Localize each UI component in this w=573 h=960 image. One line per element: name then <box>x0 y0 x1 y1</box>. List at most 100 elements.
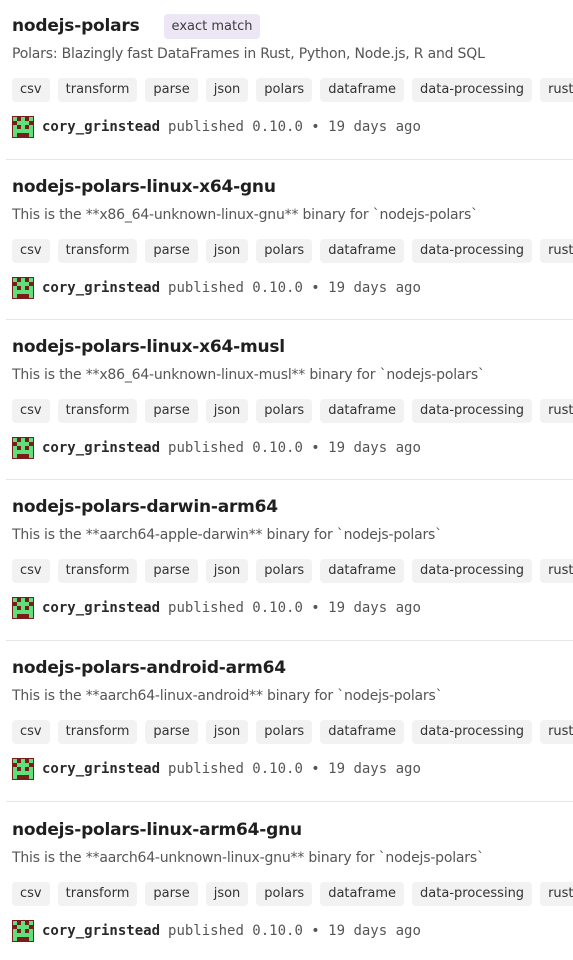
keyword-tag[interactable]: polars <box>256 239 313 263</box>
package-name-link[interactable]: nodejs-polars-linux-x64-musl <box>12 337 285 357</box>
keyword-tag[interactable]: data-processing <box>412 78 533 102</box>
keyword-tag[interactable]: csv <box>12 239 50 263</box>
keyword-tag[interactable]: dataframe <box>320 882 405 906</box>
keyword-tag[interactable]: transform <box>57 559 138 583</box>
keyword-tag[interactable]: json <box>205 559 249 583</box>
identicon-avatar-icon[interactable] <box>12 116 34 138</box>
package-title-row: nodejs-polars-darwin-arm64 <box>12 493 573 521</box>
keyword-tag[interactable]: rust <box>540 559 573 583</box>
published-info: published 0.10.0 • 19 days ago <box>168 119 421 135</box>
keyword-tags: csv transform parse json polars dataframe data… <box>12 559 573 583</box>
keyword-tag[interactable]: csv <box>12 882 50 906</box>
keyword-tag[interactable]: polars <box>256 399 313 423</box>
keyword-tag[interactable]: transform <box>57 239 138 263</box>
keyword-tag[interactable]: json <box>205 78 249 102</box>
keyword-tag[interactable]: data-processing <box>412 882 533 906</box>
keyword-tag[interactable]: data-processing <box>412 399 533 423</box>
package-title-row: nodejs-polars-linux-x64-musl <box>12 333 573 361</box>
package-item: nodejs-polars-linux-x64-gnu This is the … <box>6 160 573 320</box>
keyword-tag[interactable]: parse <box>145 559 198 583</box>
published-info: published 0.10.0 • 19 days ago <box>168 600 421 616</box>
keyword-tag[interactable]: json <box>205 882 249 906</box>
keyword-tag[interactable]: parse <box>145 399 198 423</box>
package-meta: cory_grinstead published 0.10.0 • 19 day… <box>12 757 573 781</box>
package-list: nodejs-polars exact match Polars: Blazin… <box>0 0 573 960</box>
keyword-tag[interactable]: transform <box>57 78 138 102</box>
package-name-link[interactable]: nodejs-polars-linux-arm64-gnu <box>12 820 302 840</box>
keyword-tag[interactable]: dataframe <box>320 720 405 744</box>
package-meta: cory_grinstead published 0.10.0 • 19 day… <box>12 115 573 139</box>
keyword-tag[interactable]: dataframe <box>320 559 405 583</box>
package-description: Polars: Blazingly fast DataFrames in Rus… <box>12 46 485 62</box>
package-item: nodejs-polars exact match Polars: Blazin… <box>6 0 573 160</box>
exact-match-badge: exact match <box>163 13 261 39</box>
keyword-tag[interactable]: json <box>205 399 249 423</box>
keyword-tag[interactable]: rust <box>540 239 573 263</box>
keyword-tag[interactable]: polars <box>256 559 313 583</box>
keyword-tag[interactable]: json <box>205 239 249 263</box>
keyword-tag[interactable]: data-processing <box>412 239 533 263</box>
keyword-tag[interactable]: dataframe <box>320 239 405 263</box>
keyword-tag[interactable]: parse <box>145 720 198 744</box>
package-meta: cory_grinstead published 0.10.0 • 19 day… <box>12 596 573 620</box>
package-description: This is the **aarch64-apple-darwin** bin… <box>12 527 442 543</box>
author-link[interactable]: cory_grinstead <box>42 600 160 616</box>
identicon-avatar-icon[interactable] <box>12 277 34 299</box>
package-item: nodejs-polars-linux-x64-musl This is the… <box>6 320 573 480</box>
keyword-tag[interactable]: polars <box>256 720 313 744</box>
keyword-tag[interactable]: csv <box>12 399 50 423</box>
author-link[interactable]: cory_grinstead <box>42 761 160 777</box>
package-item: nodejs-polars-android-arm64 This is the … <box>6 641 573 802</box>
package-name-link[interactable]: nodejs-polars <box>12 16 140 36</box>
keyword-tags: csv transform parse json polars dataframe data… <box>12 399 573 423</box>
keyword-tags: csv transform parse json polars dataframe data… <box>12 239 573 263</box>
identicon-avatar-icon[interactable] <box>12 920 34 942</box>
keyword-tag[interactable]: json <box>205 720 249 744</box>
keyword-tag[interactable]: parse <box>145 78 198 102</box>
keyword-tags: csv transform parse json polars dataframe data… <box>12 78 573 102</box>
keyword-tag[interactable]: polars <box>256 882 313 906</box>
keyword-tag[interactable]: csv <box>12 720 50 744</box>
published-info: published 0.10.0 • 19 days ago <box>168 280 421 296</box>
package-description: This is the **aarch64-unknown-linux-gnu*… <box>12 850 484 866</box>
package-name-link[interactable]: nodejs-polars-android-arm64 <box>12 658 286 678</box>
package-description: This is the **aarch64-linux-android** bi… <box>12 688 443 704</box>
package-description: This is the **x86_64-unknown-linux-gnu**… <box>12 207 478 223</box>
keyword-tag[interactable]: rust <box>540 720 573 744</box>
keyword-tag[interactable]: csv <box>12 559 50 583</box>
keyword-tag[interactable]: transform <box>57 882 138 906</box>
published-info: published 0.10.0 • 19 days ago <box>168 440 421 456</box>
identicon-avatar-icon[interactable] <box>12 758 34 780</box>
published-info: published 0.10.0 • 19 days ago <box>168 923 421 939</box>
package-title-row: nodejs-polars-linux-arm64-gnu <box>12 816 573 844</box>
keyword-tags: csv transform parse json polars dataframe data… <box>12 882 573 906</box>
author-link[interactable]: cory_grinstead <box>42 923 160 939</box>
keyword-tag[interactable]: polars <box>256 78 313 102</box>
author-link[interactable]: cory_grinstead <box>42 440 160 456</box>
keyword-tag[interactable]: dataframe <box>320 78 405 102</box>
keyword-tag[interactable]: rust <box>540 78 573 102</box>
keyword-tag[interactable]: dataframe <box>320 399 405 423</box>
keyword-tag[interactable]: parse <box>145 239 198 263</box>
author-link[interactable]: cory_grinstead <box>42 119 160 135</box>
author-link[interactable]: cory_grinstead <box>42 280 160 296</box>
keyword-tag[interactable]: parse <box>145 882 198 906</box>
package-item: nodejs-polars-darwin-arm64 This is the *… <box>6 480 573 641</box>
package-name-link[interactable]: nodejs-polars-linux-x64-gnu <box>12 177 276 197</box>
package-title-row: nodejs-polars-linux-x64-gnu <box>12 173 573 201</box>
package-name-link[interactable]: nodejs-polars-darwin-arm64 <box>12 497 278 517</box>
package-title-row: nodejs-polars exact match <box>12 12 573 40</box>
identicon-avatar-icon[interactable] <box>12 597 34 619</box>
keyword-tag[interactable]: rust <box>540 882 573 906</box>
keyword-tag[interactable]: csv <box>12 78 50 102</box>
keyword-tags: csv transform parse json polars dataframe data… <box>12 720 573 744</box>
keyword-tag[interactable]: data-processing <box>412 720 533 744</box>
package-item: nodejs-polars-linux-arm64-gnu This is th… <box>6 802 573 960</box>
package-title-row: nodejs-polars-android-arm64 <box>12 654 573 682</box>
keyword-tag[interactable]: data-processing <box>412 559 533 583</box>
keyword-tag[interactable]: transform <box>57 720 138 744</box>
keyword-tag[interactable]: transform <box>57 399 138 423</box>
keyword-tag[interactable]: rust <box>540 399 573 423</box>
package-meta: cory_grinstead published 0.10.0 • 19 day… <box>12 276 573 300</box>
identicon-avatar-icon[interactable] <box>12 437 34 459</box>
